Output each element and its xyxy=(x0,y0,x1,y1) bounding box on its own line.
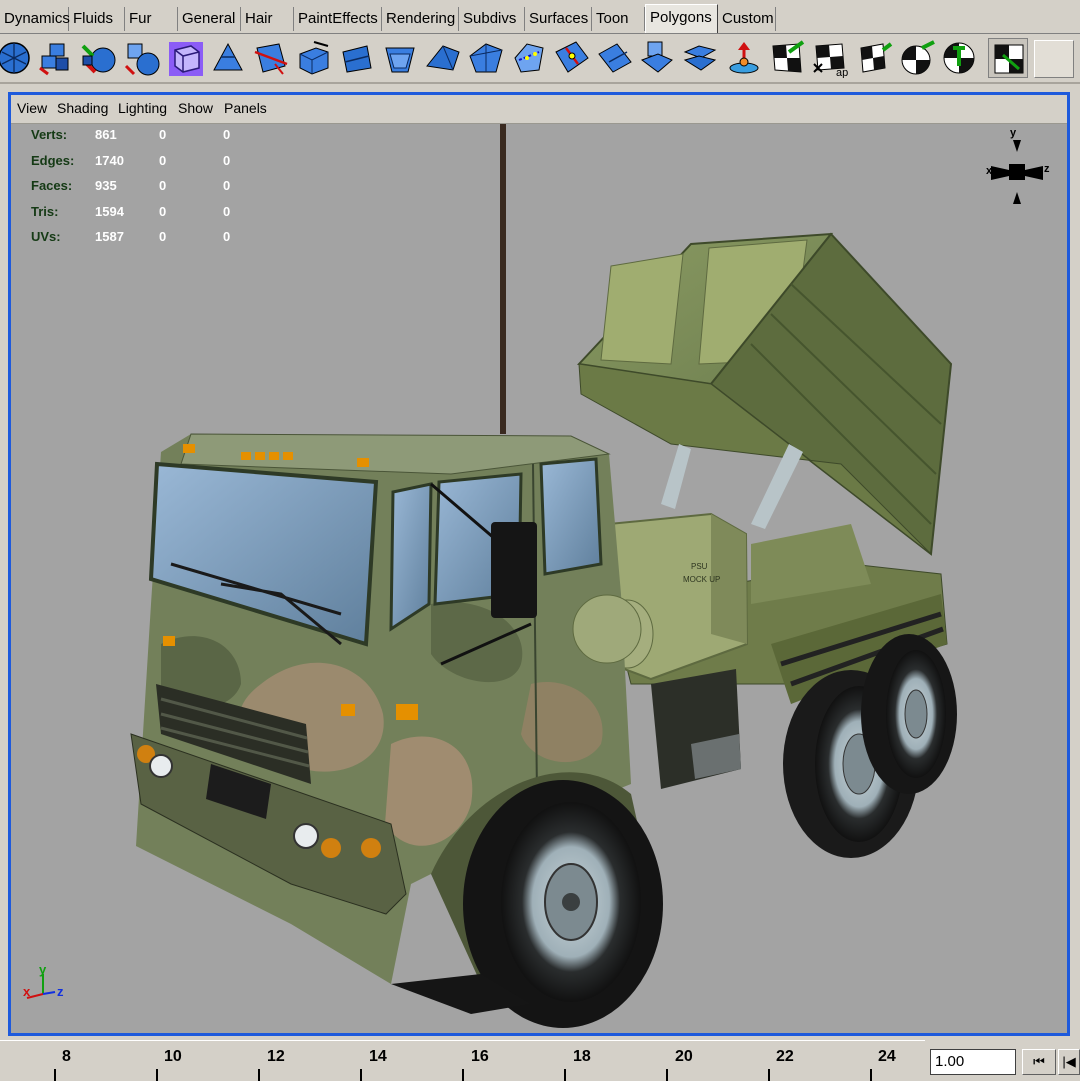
go-to-start-button[interactable]: ⏮ xyxy=(1022,1049,1056,1075)
split-polygon-icon[interactable] xyxy=(208,38,248,78)
polygon-sphere-icon[interactable] xyxy=(0,38,34,78)
tab-fluids[interactable]: Fluids xyxy=(69,7,125,31)
cylindrical-mapping-icon[interactable] xyxy=(896,38,936,78)
current-frame-field[interactable]: 1.00 xyxy=(930,1049,1016,1075)
duplicate-face-icon[interactable] xyxy=(638,38,678,78)
menu-show[interactable]: Show xyxy=(178,100,213,116)
time-slider[interactable]: 8 10 12 14 16 18 20 22 24 xyxy=(0,1040,925,1081)
time-tick xyxy=(54,1069,56,1081)
tab-polygons[interactable]: Polygons xyxy=(645,4,718,33)
time-tick-label: 20 xyxy=(675,1048,693,1065)
pod-text-line1: PSU xyxy=(691,562,708,571)
tab-dynamics[interactable]: Dynamics xyxy=(0,7,70,31)
viewport-3d[interactable]: Verts: 861 0 0 Edges: 1740 0 0 Faces: 93… xyxy=(11,124,1067,1033)
time-tick-label: 14 xyxy=(369,1048,387,1065)
planar-mapping-icon[interactable]: ap xyxy=(810,38,850,78)
extract-icon[interactable] xyxy=(79,38,119,78)
sculpt-icon[interactable] xyxy=(767,38,807,78)
step-back-button[interactable]: |◀ xyxy=(1058,1049,1080,1075)
time-tick-label: 22 xyxy=(776,1048,794,1065)
time-tick xyxy=(258,1069,260,1081)
axis-gizmo-icon: y x z xyxy=(23,962,64,999)
polygon-cube-icon[interactable] xyxy=(165,38,205,78)
uv-texture-editor-icon[interactable] xyxy=(988,38,1028,78)
tab-general[interactable]: General xyxy=(178,7,241,31)
time-tick xyxy=(666,1069,668,1081)
layout-uvs-icon[interactable] xyxy=(1034,40,1074,78)
average-vertices-icon[interactable] xyxy=(724,38,764,78)
shelf-icon-badge: ap xyxy=(836,67,848,78)
time-tick-label: 18 xyxy=(573,1048,591,1065)
tab-surfaces[interactable]: Surfaces xyxy=(525,7,592,31)
menu-shading[interactable]: Shading xyxy=(57,100,108,116)
menu-lighting[interactable]: Lighting xyxy=(118,100,167,116)
poke-face-icon[interactable] xyxy=(423,38,463,78)
gizmo-z-label: z xyxy=(57,984,64,999)
append-polygon-icon[interactable] xyxy=(509,38,549,78)
tab-painteffects[interactable]: PaintEffects xyxy=(294,7,382,31)
bevel-icon[interactable] xyxy=(380,38,420,78)
spherical-mapping-icon[interactable] xyxy=(939,38,979,78)
tab-toon[interactable]: Toon xyxy=(592,7,645,31)
time-tick-label: 12 xyxy=(267,1048,285,1065)
tab-hair[interactable]: Hair xyxy=(241,7,294,31)
truck-model[interactable]: PSU MOCK UP xyxy=(11,124,1067,1033)
tab-custom[interactable]: Custom xyxy=(718,7,776,31)
time-tick xyxy=(564,1069,566,1081)
extrude-face-icon[interactable] xyxy=(294,38,334,78)
perspective-panel: View Shading Lighting Show Panels Verts:… xyxy=(8,92,1070,1036)
merge-vertices-icon[interactable] xyxy=(552,38,592,78)
tab-fur[interactable]: Fur xyxy=(125,7,178,31)
automatic-mapping-icon[interactable] xyxy=(853,38,893,78)
gizmo-x-label: x xyxy=(23,984,31,999)
time-tick-label: 24 xyxy=(878,1048,896,1065)
time-tick xyxy=(360,1069,362,1081)
time-tick xyxy=(870,1069,872,1081)
time-tick xyxy=(156,1069,158,1081)
wedge-face-icon[interactable] xyxy=(466,38,506,78)
shelf-tab-bar: Dynamics Fluids Fur General Hair PaintEf… xyxy=(0,0,1080,34)
menu-panels[interactable]: Panels xyxy=(224,100,267,116)
gizmo-y-label: y xyxy=(39,962,47,977)
time-tick-label: 10 xyxy=(164,1048,182,1065)
time-tick-label: 8 xyxy=(62,1048,71,1065)
time-tick xyxy=(462,1069,464,1081)
time-tick xyxy=(768,1069,770,1081)
tab-rendering[interactable]: Rendering xyxy=(382,7,459,31)
extrude-edge-icon[interactable] xyxy=(337,38,377,78)
polygons-shelf: ap xyxy=(0,34,1080,84)
cut-faces-icon[interactable] xyxy=(251,38,291,78)
separate-icon[interactable] xyxy=(122,38,162,78)
menu-view[interactable]: View xyxy=(17,100,47,116)
time-tick-label: 16 xyxy=(471,1048,489,1065)
tab-subdivs[interactable]: Subdivs xyxy=(459,7,525,31)
polygon-cube-combine-icon[interactable] xyxy=(36,38,76,78)
split-edge-icon[interactable] xyxy=(595,38,635,78)
panel-menu-bar: View Shading Lighting Show Panels xyxy=(11,95,1067,124)
smooth-icon[interactable] xyxy=(681,38,721,78)
pod-text-line2: MOCK UP xyxy=(683,575,720,584)
